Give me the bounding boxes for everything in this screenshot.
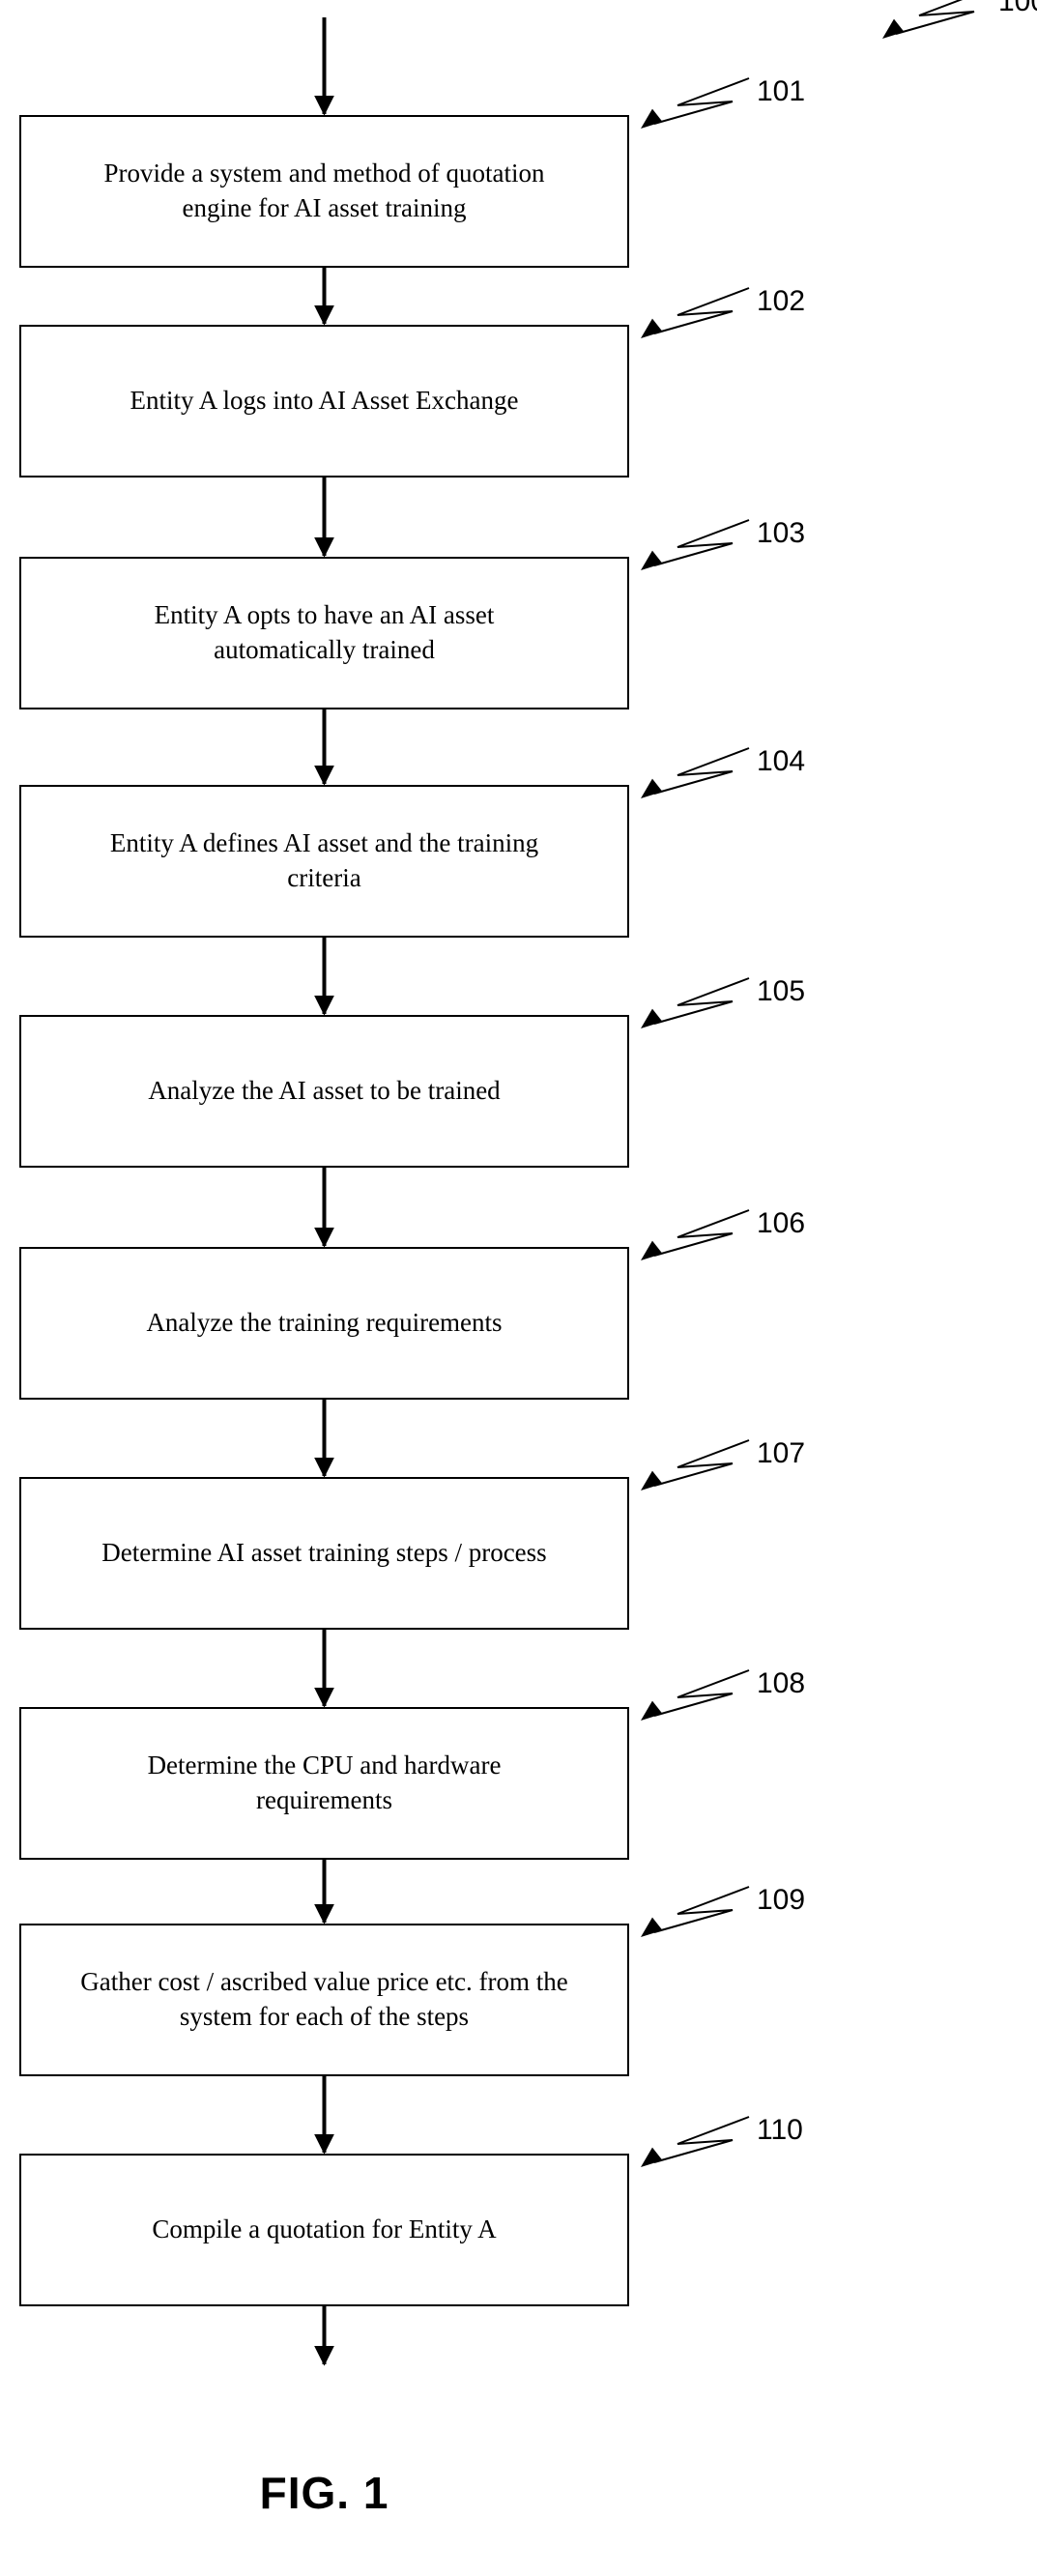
reference-label-104: 104 [757, 745, 806, 777]
patent-figure: Provide a system and method of quotation… [0, 0, 1037, 2576]
reference-label-103: 103 [757, 517, 806, 549]
reference-label-100: 100 [998, 0, 1037, 17]
leader-101-arrowhead [641, 108, 663, 129]
reference-label-102: 102 [757, 285, 806, 317]
reference-label-108: 108 [757, 1667, 806, 1699]
reference-label-101: 101 [757, 75, 806, 107]
leader-103-line [653, 519, 750, 566]
leader-102-arrowhead [641, 318, 663, 338]
leader-106-line [653, 1209, 750, 1257]
process-box-106: Analyze the training requirements [19, 1247, 629, 1400]
process-box-label: Entity A logs into AI Asset Exchange [130, 386, 519, 416]
figure-caption: FIG. 1 [259, 2468, 389, 2518]
process-box-label: Compile a quotation for Entity A [152, 2214, 497, 2244]
process-box-103: Entity A opts to have an AI asset automat… [19, 557, 629, 709]
reference-label-105: 105 [757, 975, 806, 1007]
leader-104-line [653, 747, 750, 795]
leader-105-line [653, 977, 750, 1025]
reference-label-107: 107 [757, 1437, 806, 1469]
leader-106-arrowhead [641, 1240, 663, 1260]
leader-110-arrowhead [641, 2147, 663, 2167]
leader-100-arrowhead [882, 18, 905, 39]
process-box-label: Entity A defines AI asset and the traini… [109, 828, 539, 892]
process-box-label: Determine the CPU and hardware requiremen… [147, 1751, 502, 1814]
process-box-label: Determine AI asset training steps / proc… [101, 1538, 547, 1568]
process-box-label: Analyze the training requirements [146, 1308, 503, 1338]
process-box-label: Entity A opts to have an AI asset automat… [154, 600, 495, 664]
leader-107-arrowhead [641, 1470, 663, 1491]
leader-110-line [653, 2116, 750, 2163]
leader-101-line [653, 77, 750, 125]
process-box-108: Determine the CPU and hardware requiremen… [19, 1707, 629, 1860]
leader-100-line [895, 0, 975, 35]
leader-109-line [653, 1886, 750, 1933]
reference-label-110: 110 [757, 2114, 803, 2146]
leader-102-line [653, 287, 750, 334]
reference-label-106: 106 [757, 1207, 806, 1239]
leader-108-line [653, 1669, 750, 1717]
leader-104-arrowhead [641, 778, 663, 798]
leader-107-line [653, 1439, 750, 1487]
leader-108-arrowhead [641, 1700, 663, 1721]
leader-103-arrowhead [641, 550, 663, 570]
process-box-101: Provide a system and method of quotation… [19, 115, 629, 268]
process-box-104: Entity A defines AI asset and the traini… [19, 785, 629, 938]
process-box-110: Compile a quotation for Entity A [19, 2154, 629, 2306]
process-box-label: Provide a system and method of quotation… [103, 159, 545, 222]
process-box-107: Determine AI asset training steps / proc… [19, 1477, 629, 1630]
process-box-105: Analyze the AI asset to be trained [19, 1015, 629, 1168]
process-box-102: Entity A logs into AI Asset Exchange [19, 325, 629, 478]
leader-109-arrowhead [641, 1917, 663, 1937]
process-box-109: Gather cost / ascribed value price etc. … [19, 1924, 629, 2076]
process-box-label: Analyze the AI asset to be trained [148, 1076, 501, 1106]
reference-label-109: 109 [757, 1884, 806, 1916]
leader-105-arrowhead [641, 1008, 663, 1028]
process-box-label: Gather cost / ascribed value price etc. … [80, 1967, 568, 2031]
